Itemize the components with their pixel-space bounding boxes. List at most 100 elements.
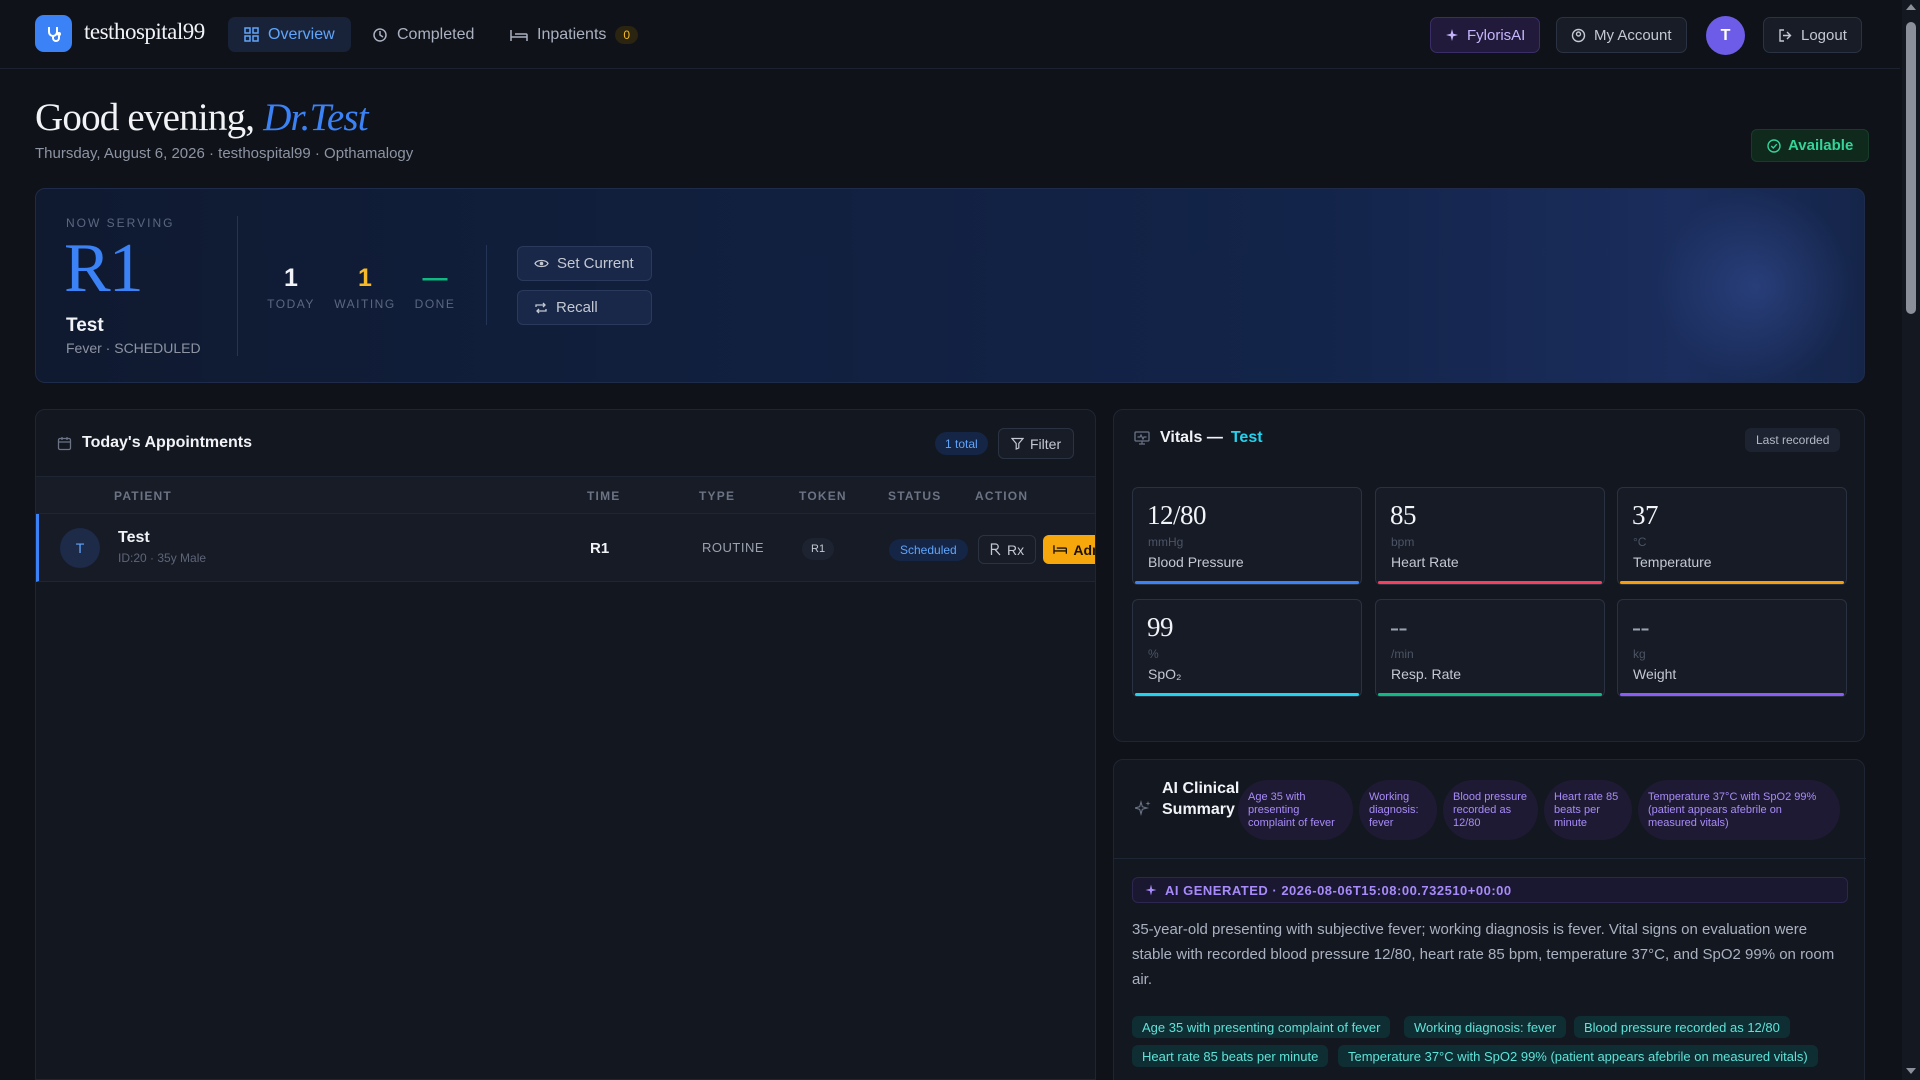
logout-icon bbox=[1779, 28, 1792, 42]
rx-button[interactable]: Rx bbox=[978, 535, 1037, 564]
appointment-type: ROUTINE bbox=[702, 540, 764, 555]
col-time: TIME bbox=[587, 489, 621, 503]
user-circle-icon bbox=[1571, 28, 1586, 42]
stat-waiting: 1 WAITING bbox=[330, 264, 400, 311]
patient-meta: ID:20 · 35y Male bbox=[118, 551, 207, 565]
appointments-panel: Today's Appointments 1 total Filter PATI… bbox=[35, 409, 1096, 1080]
hospital-logo-icon[interactable] bbox=[35, 15, 72, 52]
fylorisai-button[interactable]: FylorisAI bbox=[1430, 17, 1541, 53]
set-current-label: Set Current bbox=[557, 255, 634, 272]
appointments-title: Today's Appointments bbox=[82, 434, 253, 451]
col-status: STATUS bbox=[888, 489, 942, 503]
patient-name: Test bbox=[118, 529, 150, 546]
user-avatar[interactable]: T bbox=[1706, 16, 1745, 55]
filter-button[interactable]: Filter bbox=[998, 428, 1075, 459]
eye-icon bbox=[534, 259, 549, 268]
repeat-icon bbox=[535, 302, 547, 313]
greeting-prefix: Good evening, bbox=[35, 96, 255, 139]
table-row[interactable]: T Test ID:20 · 35y Male R1 ROUTINE R1 Sc… bbox=[36, 514, 1095, 582]
page-scrollbar[interactable] bbox=[1902, 0, 1920, 1080]
vital-name: Resp. Rate bbox=[1391, 666, 1462, 682]
divider bbox=[486, 245, 487, 325]
stat-today-label: TODAY bbox=[267, 297, 315, 311]
scroll-up-arrow[interactable] bbox=[1906, 4, 1916, 10]
sparkle-icon bbox=[1145, 884, 1157, 896]
grid-icon bbox=[244, 27, 259, 42]
appointment-time: R1 bbox=[590, 540, 610, 557]
greeting-doctor: Dr.Test bbox=[263, 96, 368, 139]
vital-unit: °C bbox=[1633, 535, 1647, 549]
nav-overview-label: Overview bbox=[268, 25, 335, 43]
sparkle-icon bbox=[1135, 800, 1151, 816]
vital-accent-bar bbox=[1135, 693, 1359, 696]
prescription-icon bbox=[990, 543, 1001, 556]
inpatients-count-badge: 0 bbox=[615, 25, 639, 44]
summary-chip: Temperature 37°C with SpO2 99% (patient … bbox=[1638, 780, 1840, 840]
vitals-panel: Vitals — Test Last recorded 12/80 mmHg B… bbox=[1113, 409, 1865, 742]
col-type: TYPE bbox=[699, 489, 736, 503]
set-current-button[interactable]: Set Current bbox=[517, 246, 652, 281]
nav-overview[interactable]: Overview bbox=[228, 17, 351, 52]
summary-tag: Age 35 with presenting complaint of feve… bbox=[1132, 1016, 1391, 1038]
history-icon bbox=[373, 27, 387, 42]
vital-card-resp-rate: -- /min Resp. Rate bbox=[1375, 599, 1605, 697]
stat-waiting-value: 1 bbox=[358, 264, 372, 292]
appointment-token: R1 bbox=[802, 538, 835, 560]
stat-today: 1 TODAY bbox=[256, 264, 326, 311]
bed-icon bbox=[510, 29, 528, 41]
nav-completed[interactable]: Completed bbox=[356, 17, 490, 52]
vital-card-temperature: 37 °C Temperature bbox=[1617, 487, 1847, 585]
vital-name: Weight bbox=[1633, 666, 1677, 682]
vital-unit: % bbox=[1148, 647, 1159, 661]
vital-unit: bpm bbox=[1391, 535, 1415, 549]
admit-label: Admit bbox=[1073, 541, 1095, 558]
my-account-button[interactable]: My Account bbox=[1556, 17, 1687, 53]
availability-status-button[interactable]: Available bbox=[1751, 129, 1870, 162]
vital-card-spo2: 99 % SpO₂ bbox=[1132, 599, 1362, 697]
vital-name: Temperature bbox=[1633, 554, 1712, 570]
availability-label: Available bbox=[1788, 137, 1854, 154]
ai-summary-panel: AI Clinical Summary Age 35 with presenti… bbox=[1113, 759, 1866, 1080]
scrollbar-thumb[interactable] bbox=[1906, 22, 1916, 314]
vital-value: 12/80 bbox=[1147, 500, 1207, 530]
scroll-down-arrow[interactable] bbox=[1906, 1068, 1916, 1074]
monitor-icon bbox=[1134, 431, 1150, 445]
filter-label: Filter bbox=[1030, 435, 1062, 452]
brand-name: testhospital99 bbox=[84, 19, 205, 44]
vitals-header: Vitals — Test bbox=[1134, 429, 1263, 447]
fylorisai-label: FylorisAI bbox=[1467, 26, 1526, 44]
ai-generated-label: AI GENERATED · 2026-08-06T15:08:00.73251… bbox=[1165, 882, 1512, 898]
recall-label: Recall bbox=[556, 299, 598, 316]
vital-name: Heart Rate bbox=[1391, 554, 1459, 570]
col-patient: PATIENT bbox=[114, 489, 172, 503]
summary-tag: Blood pressure recorded as 12/80 bbox=[1574, 1016, 1790, 1038]
summary-chip: Working diagnosis: fever bbox=[1359, 780, 1437, 840]
now-serving-token: R1 bbox=[64, 230, 144, 307]
top-navbar: testhospital99 Overview Completed Inpati… bbox=[0, 0, 1900, 69]
recall-button[interactable]: Recall bbox=[517, 290, 652, 325]
vital-accent-bar bbox=[1378, 693, 1602, 696]
vital-unit: mmHg bbox=[1148, 535, 1184, 549]
admit-button[interactable]: Admit bbox=[1043, 535, 1095, 564]
vital-unit: /min bbox=[1391, 647, 1414, 661]
nav-inpatients-label: Inpatients bbox=[537, 25, 607, 43]
greeting-subline: Thursday, August 6, 2026 · testhospital9… bbox=[35, 145, 414, 162]
greeting-heading: Good evening, Dr.Test bbox=[35, 95, 369, 140]
nav-inpatients[interactable]: Inpatients 0 bbox=[494, 17, 654, 52]
last-recorded-badge: Last recorded bbox=[1745, 428, 1841, 452]
logout-button[interactable]: Logout bbox=[1763, 17, 1862, 53]
vitals-patient: Test bbox=[1230, 429, 1263, 446]
vital-unit: kg bbox=[1633, 647, 1646, 661]
vital-card-weight: -- kg Weight bbox=[1617, 599, 1847, 697]
appointments-header: Today's Appointments bbox=[57, 434, 252, 452]
col-token: TOKEN bbox=[799, 489, 847, 503]
vital-value: 85 bbox=[1390, 500, 1417, 530]
check-circle-icon bbox=[1767, 138, 1781, 153]
summary-chip: Age 35 with presenting complaint of feve… bbox=[1238, 780, 1353, 840]
ai-summary-title: AI Clinical Summary bbox=[1162, 780, 1240, 818]
hero-glow bbox=[1656, 189, 1856, 382]
calendar-icon bbox=[57, 436, 72, 450]
nav-completed-label: Completed bbox=[397, 25, 475, 43]
vital-card-blood-pressure: 12/80 mmHg Blood Pressure bbox=[1132, 487, 1362, 585]
rx-label: Rx bbox=[1007, 541, 1025, 558]
